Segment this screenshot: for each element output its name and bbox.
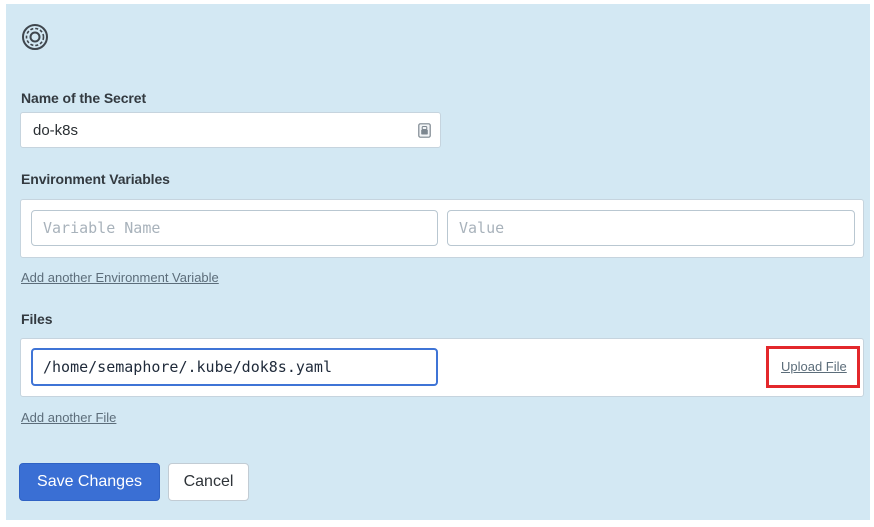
cancel-button[interactable]: Cancel: [168, 463, 249, 501]
files-label: Files: [21, 311, 53, 327]
secret-name-label: Name of the Secret: [21, 90, 147, 106]
save-changes-button[interactable]: Save Changes: [19, 463, 160, 501]
secret-form-panel: Name of the Secret do-k8s Environment Va…: [6, 4, 870, 520]
settings-cog-icon: [20, 22, 50, 52]
file-path-input[interactable]: [31, 348, 438, 386]
env-vars-label: Environment Variables: [21, 171, 170, 187]
add-env-var-link[interactable]: Add another Environment Variable: [21, 270, 219, 285]
secret-name-value[interactable]: do-k8s: [33, 122, 78, 139]
files-container: Upload File: [20, 338, 864, 397]
secret-name-field[interactable]: do-k8s: [20, 112, 441, 148]
upload-file-highlight: Upload File: [766, 346, 860, 388]
variable-name-input[interactable]: [31, 210, 438, 246]
add-file-link[interactable]: Add another File: [21, 410, 116, 425]
upload-file-link[interactable]: Upload File: [781, 359, 847, 374]
keychain-icon[interactable]: [418, 123, 431, 138]
variable-value-input[interactable]: [447, 210, 855, 246]
env-vars-container: [20, 199, 864, 258]
